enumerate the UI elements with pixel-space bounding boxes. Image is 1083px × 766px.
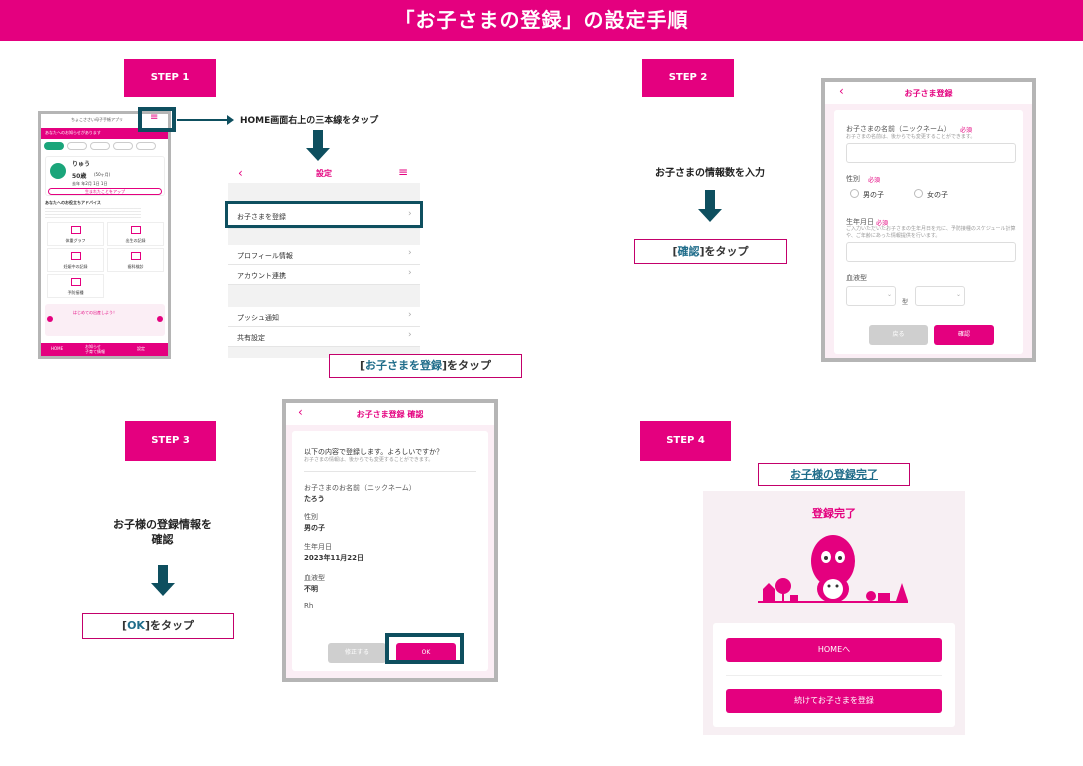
field-label: Rh [304,602,314,610]
prev-icon[interactable] [47,316,53,322]
child-name: りゅう [72,161,91,168]
step-3-badge: STEP 3 [125,421,216,461]
step-2-badge: STEP 2 [642,59,734,97]
grid-weight[interactable]: 体重グラフ [47,222,104,246]
banner-text: はじめての出産しよう！ [73,310,117,315]
name-note: お子さまの名前は、後からでも変更することができます。 [846,134,976,140]
child-birth: 去年 年2月 1日 1日 [72,181,108,186]
banner[interactable]: はじめての出産しよう！ [45,304,165,336]
settings-title: 設定 [316,169,332,178]
child-age-sub: (50ヶ月) [94,172,111,177]
chevron-down-icon: ⌄ [887,291,893,298]
field-value: たろう [304,495,325,503]
birth-note: ご入力いただいたお子さまの生年月日を元に、予防接種のスケジュール計算や、ご年齢に… [846,226,1016,239]
grid-dental[interactable]: 歯科検診 [107,248,164,272]
grid-pregnancy[interactable]: 妊娠中の記録 [47,248,104,272]
caption-tap-ok: [OK]をタップ [82,613,234,639]
penguin-illustration [758,535,908,603]
child-tabs[interactable] [41,141,168,151]
birth-input[interactable] [846,242,1016,262]
settings-header: ‹ 設定 ≡ [228,163,420,183]
nav-home[interactable]: HOME [51,346,63,351]
field-label: 性別 [304,513,318,521]
caption-complete: お子様の登録完了 [758,463,910,486]
sex-label: 性別 [846,175,860,183]
continue-register-button[interactable]: 続けてお子さまを登録 [726,689,942,713]
settings-screen: ‹ 設定 ≡ お子さまを登録 › プロフィール情報 › アカウント連携 › プッ… [228,163,420,358]
form-title: お子さま登録 [904,89,953,98]
grid-vaccine[interactable]: 予防接種 [47,274,104,298]
register-form-screen: ‹ お子さま登録 お子さまの名前（ニックネーム） 必須 お子さまの名前は、後から… [821,78,1036,362]
caption-home-menu: HOME画面右上の三本線をタップ [240,116,379,126]
app-name: ちょこささい母子手帳アプリ [71,117,123,122]
ok-highlight [385,633,464,664]
complete-screen: 登録完了 HOMEへ 続けてお子さまを登録 [703,491,965,735]
field-label: 血液型 [304,574,325,582]
radio-boy-label: 男の子 [863,191,884,199]
arrow-down-icon [705,190,715,209]
field-value: 男の子 [304,524,325,532]
form-card: お子さまの名前（ニックネーム） 必須 お子さまの名前は、後からでも変更することが… [834,110,1023,354]
row-profile[interactable]: プロフィール情報 › [228,245,420,265]
child-avatar [50,163,66,179]
home-screen-phone: ちょこささい母子手帳アプリ あなたへのお知らせがあります りゅう 50歳 (50… [38,111,171,359]
row-account-link[interactable]: アカウント連携 › [228,265,420,285]
grid-birth[interactable]: 出生の記録 [107,222,164,246]
radio-boy[interactable] [850,189,859,198]
complete-title: 登録完了 [812,507,856,520]
confirm-title: お子さま登録 確認 [356,410,424,419]
field-label: お子さまのお名前（ニックネーム） [304,484,416,492]
child-card[interactable]: りゅう 50歳 (50ヶ月) 去年 年2月 1日 1日 生まれたことをアップ [45,156,165,196]
caption-confirm-info: お子様の登録情報を 確認 [113,518,212,546]
form-header: ‹ お子さま登録 [825,82,1032,104]
arrow-down-icon [158,565,168,583]
step-4-badge: STEP 4 [640,421,731,461]
row-push[interactable]: プッシュ通知 › [228,307,420,327]
chevron-right-icon: › [408,268,412,278]
field-label: 生年月日 [304,543,332,551]
row-share[interactable]: 共有設定 › [228,327,420,347]
confirm-header: ‹ お子さま登録 確認 [286,403,494,425]
field-value: 不明 [304,585,318,593]
rh-select[interactable]: ⌄ [915,286,965,306]
caption-tap-confirm: []をタップ確認]をタップ [634,239,787,264]
caption-input-info: お子さまの情報数を入力 [655,168,765,179]
arrow-down-icon [313,130,323,148]
blood-select[interactable]: ⌄ [846,286,896,306]
name-input[interactable] [846,143,1016,163]
arrow-right-icon [177,119,227,121]
chevron-down-icon: ⌄ [956,291,962,298]
more-link[interactable]: 生まれたことをアップ [48,188,162,195]
hamburger-icon[interactable]: ≡ [150,113,160,123]
confirm-button[interactable]: 確認 [934,325,994,345]
required-badge: 必須 [868,177,881,184]
back-button[interactable]: 戻る [869,325,928,345]
chevron-right-icon: › [408,330,412,340]
complete-card: HOMEへ 続けてお子さまを登録 [713,623,955,727]
bottom-nav: HOME お知らせ 子育て情報 設定 [41,343,168,356]
notice-text: あなたへのお知らせがあります [45,130,101,135]
step-1-badge: STEP 1 [124,59,216,97]
rh-label: 型 [902,299,909,306]
radio-girl[interactable] [914,189,923,198]
home-button[interactable]: HOMEへ [726,638,942,662]
child-age: 50歳 [72,173,87,180]
chevron-right-icon: › [408,248,412,258]
nav-info[interactable]: 子育て情報 [85,349,105,355]
register-highlight [225,201,423,228]
caption-tap-register: [お子さまを登録]をタップ [329,354,522,378]
next-icon[interactable] [157,316,163,322]
nav-settings[interactable]: 設定 [137,346,145,352]
blood-label: 血液型 [846,274,867,282]
confirm-note: お子さまの情報は、後からでも変更することができます。 [304,457,434,463]
chevron-right-icon: › [408,310,412,320]
menu-icon[interactable]: ≡ [398,165,408,179]
page-title: 「お子さまの登録」の設定手順 [0,0,1083,41]
radio-girl-label: 女の子 [927,191,948,199]
field-value: 2023年11月22日 [304,554,364,562]
fix-button[interactable]: 修正する [328,643,386,663]
